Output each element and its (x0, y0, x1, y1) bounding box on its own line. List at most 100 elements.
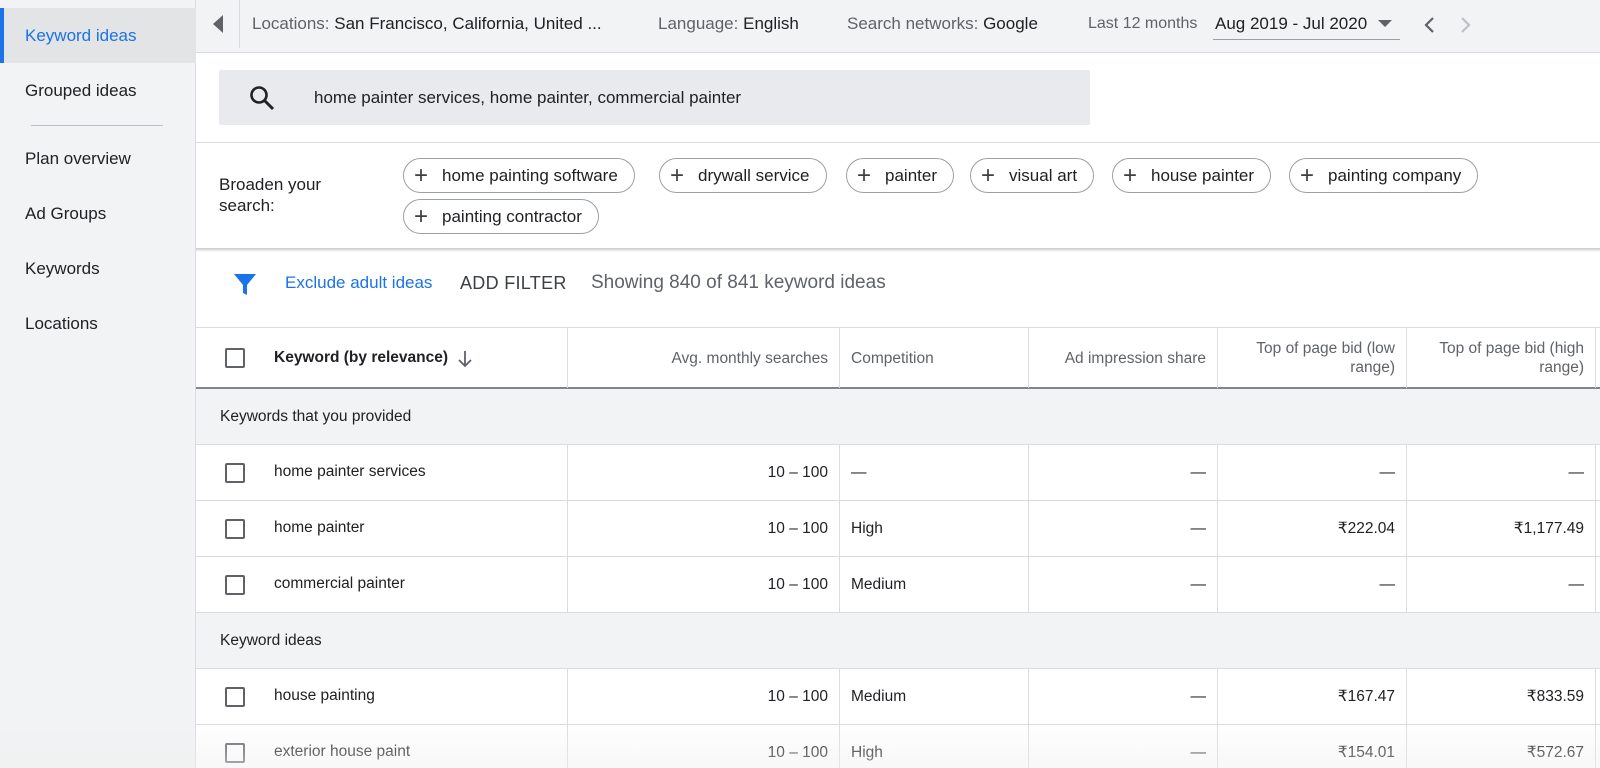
plus-icon: + (670, 161, 685, 189)
row-checkbox[interactable] (225, 519, 245, 539)
searches-cell: 10 – 100 (568, 557, 840, 612)
bid-high-cell: ₹1,177.49 (1407, 501, 1596, 556)
broaden-chip[interactable]: + painting contractor (403, 199, 599, 234)
broaden-chip[interactable]: + painter (846, 158, 954, 193)
language-value: English (743, 14, 799, 33)
section-shadow (196, 248, 1600, 252)
date-range-select[interactable]: Aug 2019 - Jul 2020 (1213, 10, 1400, 40)
column-header-label: Top of page bid (high range) (1439, 340, 1584, 376)
broaden-label: Broaden your search: (219, 175, 322, 215)
search-icon (250, 86, 275, 111)
broaden-chip[interactable]: + home painting software (403, 158, 635, 193)
group-title: Keyword ideas (220, 631, 322, 649)
broaden-chip[interactable]: + visual art (970, 158, 1095, 193)
search-query[interactable]: home painter services, home painter, com… (314, 88, 741, 108)
group-title: Keywords that you provided (220, 407, 412, 425)
date-range-label: Last 12 months (1088, 15, 1198, 32)
date-range-value: Aug 2019 - Jul 2020 (1215, 14, 1368, 33)
chevron-right-icon (1461, 17, 1471, 33)
triangle-left-icon (212, 15, 223, 33)
sidebar-divider (31, 125, 163, 126)
exclude-adult-ideas-link[interactable]: Exclude adult ideas (285, 273, 432, 293)
row-checkbox[interactable] (225, 463, 245, 483)
add-filter-button[interactable]: ADD FILTER (460, 273, 567, 294)
keyword-text: house painting (274, 687, 375, 704)
row-checkbox[interactable] (225, 743, 245, 763)
table-row[interactable]: house painting 10 – 100 Medium — ₹167.47… (196, 669, 1600, 725)
language-key: Language: (658, 14, 739, 33)
sidebar-item-label: Locations (25, 313, 98, 333)
bid-high-cell: — (1407, 445, 1596, 500)
bid-high-cell: ₹572.67 (1407, 725, 1596, 768)
bid-high-cell: — (1407, 557, 1596, 612)
broaden-chip[interactable]: + house painter (1112, 158, 1272, 193)
column-header-label: Competition (851, 349, 934, 367)
column-ad-impression-share[interactable]: Ad impression share (1029, 328, 1218, 388)
locations-setting[interactable]: Locations: San Francisco, California, Un… (252, 14, 602, 34)
sidebar-item-label: Keywords (25, 258, 100, 278)
table-row[interactable]: commercial painter 10 – 100 Medium — — — (196, 557, 1600, 613)
keyword-cell: house painting (196, 669, 568, 724)
row-checkbox[interactable] (225, 575, 245, 595)
broaden-chip[interactable]: + drywall service (659, 158, 827, 193)
sidebar-item-label: Keyword ideas (25, 25, 137, 45)
chip-label: house painter (1151, 165, 1255, 185)
bid-low-cell: ₹154.01 (1218, 725, 1407, 768)
search-networks-value: Google (983, 14, 1038, 33)
keyword-search-box[interactable]: home painter services, home painter, com… (219, 70, 1090, 125)
chip-label: painter (885, 165, 937, 185)
column-top-bid-high[interactable]: Top of page bid (high range) (1407, 328, 1596, 388)
collapse-sidebar-button[interactable] (196, 0, 240, 48)
broaden-chip[interactable]: + painting company (1289, 158, 1479, 193)
sidebar-item-locations[interactable]: Locations (0, 296, 196, 351)
next-period-button[interactable] (1452, 12, 1480, 38)
keyword-cell: home painter services (196, 445, 568, 500)
table-row[interactable]: home painter 10 – 100 High — ₹222.04 ₹1,… (196, 501, 1600, 557)
table-header: Keyword (by relevance) Avg. monthly sear… (196, 327, 1600, 389)
sidebar-item-grouped-ideas[interactable]: Grouped ideas (0, 63, 196, 118)
group-header: Keyword ideas (196, 613, 1600, 669)
competition-cell: Medium (840, 557, 1029, 612)
searches-cell: 10 – 100 (568, 445, 840, 500)
table-row[interactable]: exterior house paint 10 – 100 High — ₹15… (196, 725, 1600, 768)
keyword-cell: home painter (196, 501, 568, 556)
competition-cell: Medium (840, 669, 1029, 724)
bid-low-cell: ₹167.47 (1218, 669, 1407, 724)
previous-period-button[interactable] (1415, 12, 1443, 38)
plus-icon: + (414, 202, 429, 230)
bid-low-cell: — (1218, 445, 1407, 500)
column-keyword[interactable]: Keyword (by relevance) (196, 328, 568, 388)
sidebar-item-keywords[interactable]: Keywords (0, 241, 196, 296)
column-competition[interactable]: Competition (840, 328, 1029, 388)
keyword-cell: commercial painter (196, 557, 568, 612)
chip-label: painting company (1328, 165, 1462, 185)
impression-share-cell: — (1029, 669, 1218, 724)
impression-share-cell: — (1029, 445, 1218, 500)
row-checkbox[interactable] (225, 687, 245, 707)
select-all-checkbox[interactable] (225, 348, 245, 368)
competition-cell: — (840, 445, 1029, 500)
table-row[interactable]: home painter services 10 – 100 — — — — (196, 445, 1600, 501)
sidebar-item-ad-groups[interactable]: Ad Groups (0, 186, 196, 241)
column-avg-monthly-searches[interactable]: Avg. monthly searches (568, 328, 840, 388)
keyword-text: home painter services (274, 463, 426, 480)
sidebar-item-label: Grouped ideas (25, 80, 137, 100)
column-header-label: Keyword (by relevance) (274, 349, 449, 366)
bid-low-cell: ₹222.04 (1218, 501, 1407, 556)
chip-label: home painting software (442, 165, 618, 185)
sidebar-item-plan-overview[interactable]: Plan overview (0, 131, 196, 186)
results-count: Showing 840 of 841 keyword ideas (591, 272, 886, 293)
bid-high-cell: ₹833.59 (1407, 669, 1596, 724)
searches-cell: 10 – 100 (568, 501, 840, 556)
column-top-bid-low[interactable]: Top of page bid (low range) (1218, 328, 1407, 388)
sidebar-item-keyword-ideas[interactable]: Keyword ideas (0, 8, 196, 63)
plus-icon: + (981, 161, 996, 189)
plus-icon: + (414, 161, 429, 189)
top-bar: Locations: San Francisco, California, Un… (196, 0, 1600, 53)
search-networks-setting[interactable]: Search networks: Google (847, 14, 1038, 34)
keyword-text: exterior house paint (274, 743, 411, 760)
arrow-down-icon (458, 351, 472, 368)
search-networks-key: Search networks: (847, 14, 979, 33)
language-setting[interactable]: Language: English (658, 14, 799, 34)
column-header-label: Ad impression share (1064, 349, 1206, 367)
